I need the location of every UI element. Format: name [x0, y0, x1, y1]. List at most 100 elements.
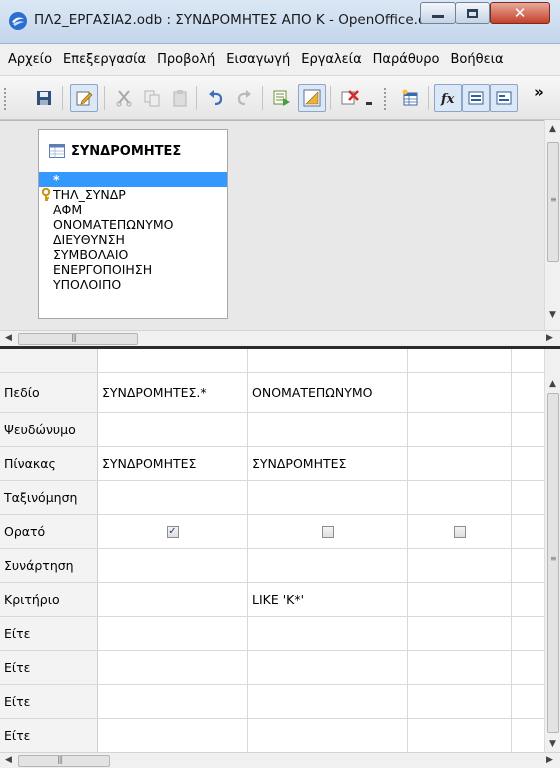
grid-horizontal-scrollbar[interactable]: ◀ ||| ▶: [0, 752, 560, 768]
toolbar-separator: [196, 86, 197, 110]
field-cell[interactable]: ΟΝΟΜΑΤΕΠΩΝΥΜΟ: [248, 373, 408, 412]
clear-query-button[interactable]: [336, 84, 364, 112]
menu-view[interactable]: Προβολή: [157, 52, 215, 67]
grid-row-visible: Ορατό ✓: [0, 515, 544, 549]
or-cell[interactable]: [98, 685, 248, 718]
menu-tools[interactable]: Εργαλεία: [301, 52, 361, 67]
function-cell[interactable]: [248, 549, 408, 582]
field-item[interactable]: ΔΙΕΥΘΥΝΣΗ: [39, 232, 227, 247]
visible-checkbox[interactable]: [321, 525, 334, 538]
or-cell[interactable]: [98, 651, 248, 684]
visible-checkbox[interactable]: ✓: [166, 525, 179, 538]
field-item[interactable]: ΣΥΜΒΟΛΑΙΟ: [39, 247, 227, 262]
menu-edit[interactable]: Επεξεργασία: [63, 52, 146, 67]
table-cell[interactable]: [408, 447, 512, 480]
toolbar-grip[interactable]: [4, 88, 7, 110]
or-cell[interactable]: [408, 617, 512, 650]
save-button[interactable]: [30, 84, 58, 112]
field-item[interactable]: ΥΠΟΛΟΙΠΟ: [39, 277, 227, 292]
column-header[interactable]: [408, 349, 512, 372]
design-horizontal-scrollbar[interactable]: ◀ ||| ▶: [0, 330, 560, 346]
visible-checkbox[interactable]: [453, 525, 466, 538]
scroll-right-icon[interactable]: ▶: [546, 755, 553, 765]
scrollbar-thumb[interactable]: ≡: [547, 393, 559, 733]
or-cell[interactable]: [248, 685, 408, 718]
criterion-cell[interactable]: [98, 583, 248, 616]
column-header[interactable]: [248, 349, 408, 372]
run-query-button[interactable]: [268, 84, 296, 112]
minimize-button[interactable]: [420, 2, 456, 24]
maximize-button[interactable]: [455, 2, 490, 24]
or-cell[interactable]: [98, 617, 248, 650]
sort-cell[interactable]: [98, 481, 248, 514]
alias-cell[interactable]: [408, 413, 512, 446]
scroll-up-icon[interactable]: ▲: [549, 124, 556, 134]
edit-mode-button[interactable]: [70, 84, 98, 112]
field-cell[interactable]: [408, 373, 512, 412]
design-vertical-scrollbar[interactable]: ▲ ≡ ▼: [544, 120, 560, 330]
sort-cell[interactable]: [408, 481, 512, 514]
table-cell[interactable]: ΣΥΝΔΡΟΜΗΤΕΣ: [248, 447, 408, 480]
alias-cell[interactable]: [98, 413, 248, 446]
field-item[interactable]: ΕΝΕΡΓΟΠΟΙΗΣΗ: [39, 262, 227, 277]
field-label: ΤΗΛ_ΣΥΝΔΡ: [53, 187, 126, 202]
menu-window[interactable]: Παράθυρο: [373, 52, 440, 67]
or-cell[interactable]: [408, 651, 512, 684]
table-names-icon: [468, 91, 484, 105]
scrollbar-thumb[interactable]: |||: [18, 755, 110, 767]
cut-button[interactable]: [110, 84, 138, 112]
table-cell[interactable]: ΣΥΝΔΡΟΜΗΤΕΣ: [98, 447, 248, 480]
close-button[interactable]: ✕: [490, 2, 550, 24]
toolbar-dropdown[interactable]: [362, 84, 376, 112]
scroll-up-icon[interactable]: ▲: [549, 379, 556, 389]
toolbar-overflow-button[interactable]: »: [524, 78, 554, 106]
menu-file[interactable]: Αρχείο: [8, 52, 52, 67]
grid-column-header-row: [0, 349, 544, 373]
column-header[interactable]: [98, 349, 248, 372]
menu-help[interactable]: Βοήθεια: [451, 52, 504, 67]
or-cell[interactable]: [408, 719, 512, 752]
functions-button[interactable]: fx: [434, 84, 462, 112]
toolbar-grip[interactable]: [384, 88, 387, 110]
cut-icon: [116, 90, 132, 107]
alias-cell[interactable]: [248, 413, 408, 446]
or-cell[interactable]: [408, 685, 512, 718]
scroll-left-icon[interactable]: ◀: [5, 333, 12, 343]
add-table-button[interactable]: [396, 84, 424, 112]
function-cell[interactable]: [98, 549, 248, 582]
or-cell[interactable]: [248, 719, 408, 752]
table-names-button[interactable]: [462, 84, 490, 112]
scroll-left-icon[interactable]: ◀: [5, 755, 12, 765]
query-design-area[interactable]: ΣΥΝΔΡΟΜΗΤΕΣ * ΤΗΛ_ΣΥΝΔΡ ΑΦΜ ΟΝΟΜΑΤΕΠΩΝΥΜ…: [0, 120, 560, 346]
scrollbar-thumb[interactable]: ≡: [547, 142, 559, 262]
row-label: Ψευδώνυμο: [0, 413, 98, 446]
copy-button[interactable]: [138, 84, 166, 112]
scrollbar-thumb[interactable]: |||: [18, 333, 138, 345]
or-cell[interactable]: [98, 719, 248, 752]
or-cell[interactable]: [248, 651, 408, 684]
alias-button[interactable]: [490, 84, 518, 112]
field-item[interactable]: *: [39, 172, 227, 187]
scroll-down-icon[interactable]: ▼: [549, 310, 556, 320]
scroll-right-icon[interactable]: ▶: [546, 333, 553, 343]
design-view-button[interactable]: [298, 84, 326, 112]
paste-button[interactable]: [166, 84, 194, 112]
field-cell[interactable]: ΣΥΝΔΡΟΜΗΤΕΣ.*: [98, 373, 248, 412]
criterion-cell[interactable]: [408, 583, 512, 616]
or-cell[interactable]: [248, 617, 408, 650]
field-item[interactable]: ΑΦΜ: [39, 202, 227, 217]
grid-vertical-scrollbar[interactable]: ▲ ≡ ▼: [544, 349, 560, 762]
sort-cell[interactable]: [248, 481, 408, 514]
field-item[interactable]: ΤΗΛ_ΣΥΝΔΡ: [39, 187, 227, 202]
scroll-down-icon[interactable]: ▼: [549, 739, 556, 749]
menu-insert[interactable]: Εισαγωγή: [226, 52, 290, 67]
function-cell[interactable]: [408, 549, 512, 582]
criterion-cell[interactable]: LIKE 'K*': [248, 583, 408, 616]
undo-button[interactable]: [202, 84, 230, 112]
field-item[interactable]: ΟΝΟΜΑΤΕΠΩΝΥΜΟ: [39, 217, 227, 232]
row-label: Ορατό: [0, 515, 98, 548]
table-window[interactable]: ΣΥΝΔΡΟΜΗΤΕΣ * ΤΗΛ_ΣΥΝΔΡ ΑΦΜ ΟΝΟΜΑΤΕΠΩΝΥΜ…: [38, 129, 228, 319]
redo-button[interactable]: [230, 84, 258, 112]
table-window-title[interactable]: ΣΥΝΔΡΟΜΗΤΕΣ: [39, 130, 227, 172]
toolbar-overflow-icon: »: [534, 83, 544, 101]
